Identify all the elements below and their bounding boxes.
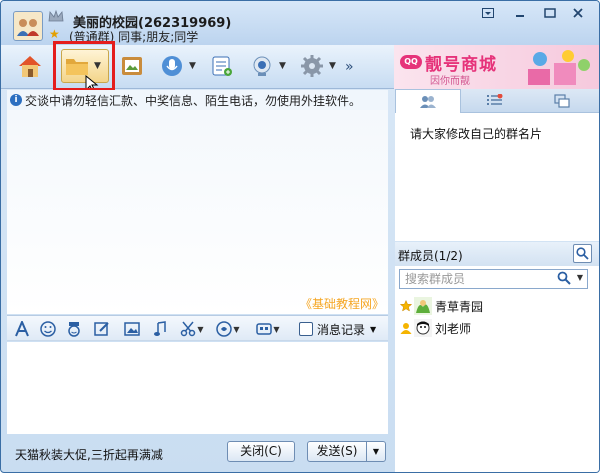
maximize-icon [544,8,556,18]
star-icon: ★ [49,27,60,41]
close-button[interactable]: 关闭(C) [227,441,295,462]
settings-button[interactable]: ▼ [297,49,336,83]
qq-logo: QQ [400,55,422,69]
microphone-icon [157,51,187,81]
minimize-button[interactable] [509,7,531,23]
right-panel-tabs [395,89,599,114]
watermark: 《基础教程网》 [299,297,384,311]
group-avatar-icon [17,19,39,36]
close-icon [573,8,583,18]
announcement-text: 请大家修改自己的群名片 [410,127,543,141]
format-toolbar: ▼ ▼ ▼ 消息记录 ▼ [7,315,388,341]
ad-banner[interactable]: QQ 靓号商城 因你而靓 [394,45,599,89]
music-note-icon [154,321,166,336]
edit-icon [94,322,109,336]
bottom-bar: 天猫秋装大促,三折起再满减 关闭(C) 发送(S) ▼ [7,435,388,469]
handwriting-button[interactable] [93,320,111,338]
chevron-down-icon[interactable]: ▼ [370,325,376,334]
search-icon[interactable] [557,271,571,288]
message-history[interactable]: 《基础教程网》 [7,110,388,314]
photo-album-icon [117,51,147,81]
music-button[interactable] [151,320,169,338]
chevron-down-icon[interactable]: ▼ [329,61,336,71]
maximize-button[interactable] [539,7,561,23]
chevron-down-icon[interactable]: ▼ [577,273,583,282]
video-button[interactable]: ▼ [247,49,286,83]
send-options-button[interactable]: ▼ [366,441,386,462]
info-icon: i [10,94,22,106]
list-icon [487,94,503,105]
avatar [414,319,432,337]
member-item[interactable]: 青草青园 [399,296,483,316]
member-name: 刘老师 [435,321,472,336]
gear-icon [297,51,327,81]
tab-shared-files[interactable] [529,89,595,113]
member-item[interactable]: 刘老师 [399,318,471,338]
ad-subtitle: 因你而靓 [430,76,470,87]
smiley-icon [40,321,56,337]
chevron-down-icon[interactable]: ▼ [197,325,203,334]
chevron-down-icon[interactable]: ▼ [189,61,196,71]
chevron-down-icon[interactable]: ▼ [273,325,279,334]
font-icon [15,321,29,337]
font-button[interactable] [13,320,31,338]
group-notice-button[interactable] [207,49,237,83]
avatar [414,297,432,315]
owner-star-icon [399,300,412,313]
window-menu-button[interactable] [477,7,499,23]
member-search-input[interactable] [400,270,550,288]
voice-button[interactable]: ▼ [157,49,196,83]
title-bar[interactable]: ★ 美丽的校园(262319969) (普通群) 同事;朋友;同学 [1,1,599,45]
image-icon [124,322,140,336]
admin-person-icon [399,322,412,335]
chevron-down-icon[interactable]: ▼ [233,325,239,334]
emoji-button[interactable] [39,320,57,338]
members-header: 群成员(1/2) [395,242,599,266]
member-search-box[interactable]: ▼ [399,269,588,289]
tab-group-info[interactable] [462,89,528,113]
send-button[interactable]: 发送(S) [307,441,367,462]
member-list: ▼ 青草青园 刘老师 [395,266,599,472]
wink-button[interactable]: ▼ [213,320,243,338]
tab-announcement[interactable] [395,89,461,114]
more-tools-button[interactable]: » [345,59,354,75]
search-icon [576,247,589,260]
notice-board-icon [207,51,237,81]
album-button[interactable] [117,49,147,83]
menu-icon [482,8,494,18]
member-search-button[interactable] [573,244,592,263]
chevron-down-icon[interactable]: ▼ [279,61,286,71]
members-count: 群成员(1/2) [398,249,463,263]
home-icon [15,51,45,81]
members-icon [420,96,436,108]
send-image-button[interactable] [123,320,141,338]
group-avatar[interactable] [13,11,43,41]
more-features-button[interactable]: ▼ [253,320,283,338]
crown-icon [48,9,64,22]
close-window-button[interactable] [567,7,589,23]
qq-group-chat-window: ★ 美丽的校园(262319969) (普通群) 同事;朋友;同学 ▼ ▼ ▼ … [0,0,600,473]
security-notice: i 交谈中请勿轻信汇款、中奖信息、陌生电话，勿使用外挂软件。 [7,90,388,110]
scissors-icon [181,321,196,337]
ad-decoration-image [528,50,590,85]
wink-icon [216,321,233,337]
promo-link[interactable]: 天猫秋装大促,三折起再满减 [15,446,163,463]
history-doc-icon [299,322,313,336]
message-input[interactable] [7,342,388,434]
apps-icon [256,323,273,335]
member-name: 青草青园 [435,299,484,314]
windows-icon [554,94,570,108]
webcam-icon [247,51,277,81]
message-history-label: 消息记录 [317,322,366,337]
group-announcement: 请大家修改自己的群名片 [395,113,599,241]
minimize-icon [516,15,524,17]
security-notice-text: 交谈中请勿轻信汇款、中奖信息、陌生电话，勿使用外挂软件。 [25,93,362,108]
group-space-button[interactable] [15,49,45,83]
screenshot-button[interactable]: ▼ [177,320,207,338]
message-history-button[interactable]: 消息记录 ▼ [299,319,376,339]
face-icon [68,322,80,337]
magic-expression-button[interactable] [65,320,83,338]
highlight-box [53,41,115,91]
